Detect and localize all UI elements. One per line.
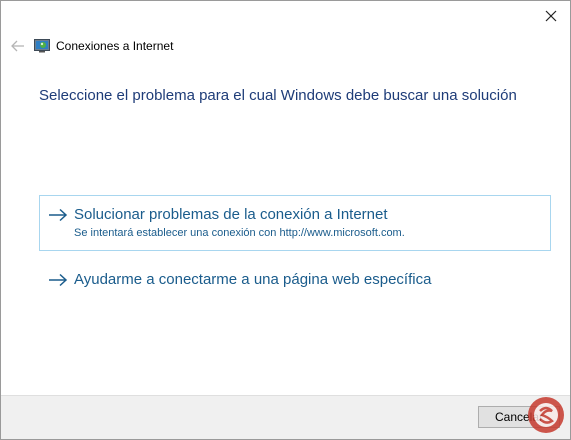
option-title: Solucionar problemas de la conexión a In… xyxy=(74,206,388,223)
watermark-logo-icon xyxy=(528,397,564,433)
network-internet-icon xyxy=(34,39,50,53)
page-heading: Seleccione el problema para el cual Wind… xyxy=(39,87,517,104)
option-description: Se intentará establecer una conexión con… xyxy=(74,227,405,239)
arrow-right-icon xyxy=(49,273,68,286)
option-troubleshoot-connection[interactable]: Solucionar problemas de la conexión a In… xyxy=(39,195,551,251)
option-title: Ayudarme a conectarme a una página web e… xyxy=(74,271,432,288)
back-button[interactable] xyxy=(7,35,29,57)
option-connect-to-website[interactable]: Ayudarme a conectarme a una página web e… xyxy=(39,260,551,296)
close-button[interactable] xyxy=(536,5,566,27)
footer-bar: Cancelar xyxy=(1,395,570,439)
header-bar: Conexiones a Internet xyxy=(7,35,564,57)
window-title: Conexiones a Internet xyxy=(56,39,174,53)
troubleshooter-window: Conexiones a Internet Seleccione el prob… xyxy=(0,0,571,440)
arrow-right-icon xyxy=(49,208,68,221)
back-arrow-icon xyxy=(11,40,24,52)
close-icon xyxy=(545,10,557,22)
